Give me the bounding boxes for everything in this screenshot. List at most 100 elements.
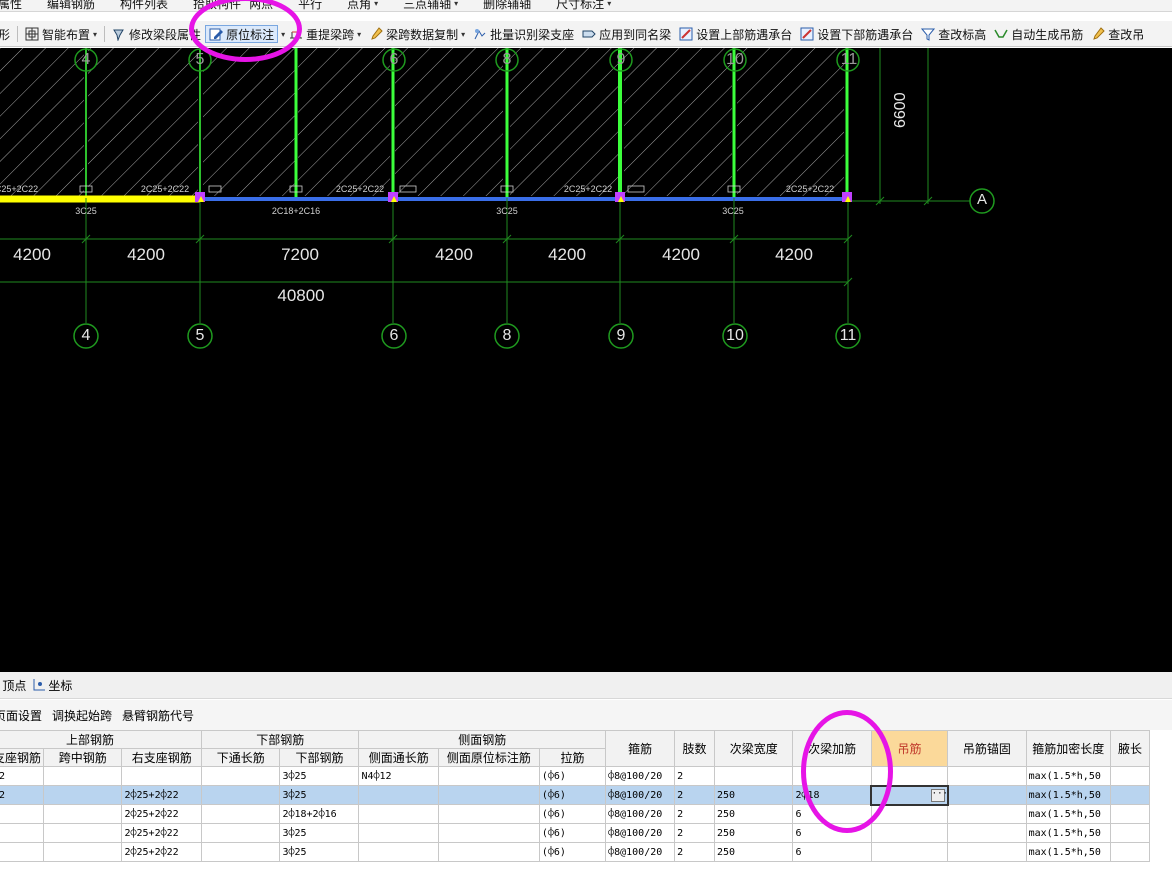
table-cell[interactable]: (⌽6) <box>538 766 607 786</box>
toolbar-item-shape[interactable]: 形 <box>0 25 14 43</box>
table-cell[interactable] <box>947 842 1027 862</box>
table-row[interactable]: 2⌽25+2⌽22 3⌽25 (⌽6) ⌽8@100/20 2 250 6 max(1.5*h… <box>0 842 1151 862</box>
table-cell[interactable]: 2 <box>674 804 715 824</box>
table-row[interactable]: 2⌽222⌽25+2⌽223⌽25(⌽6)⌽8@100/2022502⌽18··… <box>0 784 1151 806</box>
auto-generate-hanger-button[interactable]: 自动生成吊筋 <box>990 25 1087 43</box>
column-header[interactable]: 下部钢筋 <box>279 748 360 767</box>
table-cell[interactable] <box>43 766 123 786</box>
table-cell[interactable] <box>947 804 1027 824</box>
table-cell[interactable]: 6 <box>792 842 872 862</box>
table-cell[interactable]: ⌽8@100/20 <box>605 842 676 862</box>
span-data-copy-button[interactable]: 梁跨数据复制 ▾ <box>365 25 469 43</box>
table-cell[interactable]: 3⌽25 <box>279 842 360 862</box>
table-cell[interactable] <box>0 823 45 843</box>
table-cell[interactable]: max(1.5*h,50 <box>1025 823 1111 843</box>
table-cell[interactable] <box>1109 823 1151 843</box>
toolbar-item-point-angle[interactable]: 点角 ▾ <box>326 0 382 11</box>
table-cell[interactable] <box>358 823 439 843</box>
table-cell[interactable]: 2 <box>674 766 715 786</box>
table-cell[interactable]: (⌽6) <box>538 804 607 824</box>
table-cell[interactable]: ⌽8@100/20 <box>605 804 676 824</box>
table-cell[interactable]: N4⌽12 <box>358 766 439 786</box>
table-cell[interactable] <box>870 823 949 843</box>
table-cell[interactable]: (⌽6) <box>538 842 607 862</box>
table-cell[interactable] <box>200 785 281 805</box>
toolbar-item-dimension[interactable]: 尺寸标注 ▾ <box>535 0 615 11</box>
table-row[interactable]: 2⌽25+2⌽22 2⌽18+2⌽16 (⌽6) ⌽8@100/20 2 250 6 max(… <box>0 804 1151 824</box>
table-cell[interactable]: 2⌽25+2⌽22 <box>121 842 202 862</box>
table-cell[interactable] <box>200 842 281 862</box>
table-cell[interactable]: max(1.5*h,50 <box>1025 804 1111 824</box>
table-cell[interactable] <box>200 766 281 786</box>
table-cell[interactable] <box>43 785 123 805</box>
check-hanger-button[interactable]: 查改吊 <box>1087 25 1148 43</box>
table-cell[interactable]: 3⌽25 <box>279 823 360 843</box>
table-cell[interactable]: (⌽6) <box>538 785 607 805</box>
table-cell[interactable]: ⌽8@100/20 <box>605 766 676 786</box>
vertex-snap-toggle[interactable]: ▪ 顶点 <box>0 677 26 694</box>
table-cell[interactable]: 2 <box>674 842 715 862</box>
apply-same-name-button[interactable]: 应用到同名梁 <box>578 25 675 43</box>
table-cell[interactable]: 2⌽25+2⌽22 <box>121 804 202 824</box>
table-cell[interactable] <box>43 823 123 843</box>
table-cell[interactable]: 2 <box>674 823 715 843</box>
drawing-canvas[interactable]: 4 5 6 8 9 10 11 6600 A 2C25+2C22 2C25+2C… <box>0 48 1172 672</box>
toolbar-item-properties[interactable]: 属性 <box>0 0 26 11</box>
table-cell[interactable] <box>1109 842 1151 862</box>
column-header[interactable]: 下通长筋 <box>200 748 281 767</box>
table-cell[interactable] <box>358 804 439 824</box>
table-cell[interactable] <box>870 842 949 862</box>
table-cell[interactable]: max(1.5*h,50 <box>1025 842 1111 862</box>
column-header[interactable]: 箍筋加密长度 <box>1025 730 1111 767</box>
cantilever-rebar-code-button[interactable]: 悬臂钢筋代号 <box>122 707 194 724</box>
table-row[interactable]: 2⌽22 3⌽25N4⌽12 (⌽6)⌽8@100/202 max(1.5*h,50 <box>0 766 1151 786</box>
table-cell[interactable] <box>438 766 540 786</box>
table-cell[interactable]: 2⌽18+2⌽16 <box>279 804 360 824</box>
toolbar-item-three-point-axis[interactable]: 三点辅轴 ▾ <box>382 0 462 11</box>
table-cell[interactable] <box>43 804 123 824</box>
table-cell[interactable] <box>200 804 281 824</box>
table-cell[interactable] <box>121 766 202 786</box>
table-cell[interactable]: (⌽6) <box>538 823 607 843</box>
table-cell[interactable] <box>1109 785 1151 805</box>
table-cell[interactable]: 3⌽25 <box>279 785 360 805</box>
table-cell[interactable] <box>713 766 794 786</box>
table-cell[interactable]: max(1.5*h,50 <box>1025 766 1111 786</box>
table-cell[interactable] <box>200 823 281 843</box>
column-header[interactable]: 侧面原位标注筋 <box>438 748 540 767</box>
table-cell[interactable]: 2⌽22 <box>0 766 45 786</box>
table-cell[interactable] <box>438 823 540 843</box>
toolbar-item-edit-rebar[interactable]: 编辑钢筋 <box>26 0 99 11</box>
table-cell[interactable] <box>43 842 123 862</box>
column-header[interactable]: 跨中钢筋 <box>43 748 123 767</box>
table-cell[interactable] <box>438 842 540 862</box>
check-elevation-button[interactable]: 查改标高 <box>917 25 990 43</box>
table-row[interactable]: 2⌽25+2⌽22 3⌽25 (⌽6) ⌽8@100/20 2 250 6 max(1.5*h… <box>0 823 1151 843</box>
table-cell[interactable]: 2⌽25+2⌽22 <box>121 823 202 843</box>
toolbar-item-component-list[interactable]: 构件列表 <box>99 0 172 11</box>
table-cell[interactable] <box>1109 766 1151 786</box>
toolbar-item-delete-axis[interactable]: 删除辅轴 <box>462 0 535 11</box>
column-header[interactable]: 腋长 <box>1109 730 1151 767</box>
column-header[interactable]: 箍筋 <box>605 730 676 767</box>
column-header[interactable]: 左支座钢筋 <box>0 748 45 767</box>
table-cell[interactable] <box>358 842 439 862</box>
table-cell[interactable] <box>947 823 1027 843</box>
table-cell[interactable] <box>438 785 540 805</box>
table-cell[interactable] <box>1109 804 1151 824</box>
column-header[interactable]: 吊筋锚固 <box>947 730 1027 767</box>
table-cell[interactable]: 3⌽25 <box>279 766 360 786</box>
table-cell[interactable] <box>0 804 45 824</box>
set-bottom-rebar-cap-button[interactable]: 设置下部筋遇承台 <box>796 25 917 43</box>
table-cell[interactable] <box>358 785 439 805</box>
set-top-rebar-cap-button[interactable]: 设置上部筋遇承台 <box>675 25 796 43</box>
table-cell[interactable] <box>947 766 1027 786</box>
table-cell[interactable] <box>0 842 45 862</box>
column-header[interactable]: 右支座钢筋 <box>121 748 202 767</box>
smart-layout-button[interactable]: 智能布置 ▾ <box>21 25 101 43</box>
swap-start-span-button[interactable]: 调换起始跨 <box>52 707 112 724</box>
table-cell[interactable] <box>438 804 540 824</box>
batch-identify-supports-button[interactable]: 批量识别梁支座 <box>469 25 578 43</box>
table-cell[interactable]: ⌽8@100/20 <box>605 823 676 843</box>
coordinate-toggle[interactable]: 坐标 <box>32 677 72 694</box>
